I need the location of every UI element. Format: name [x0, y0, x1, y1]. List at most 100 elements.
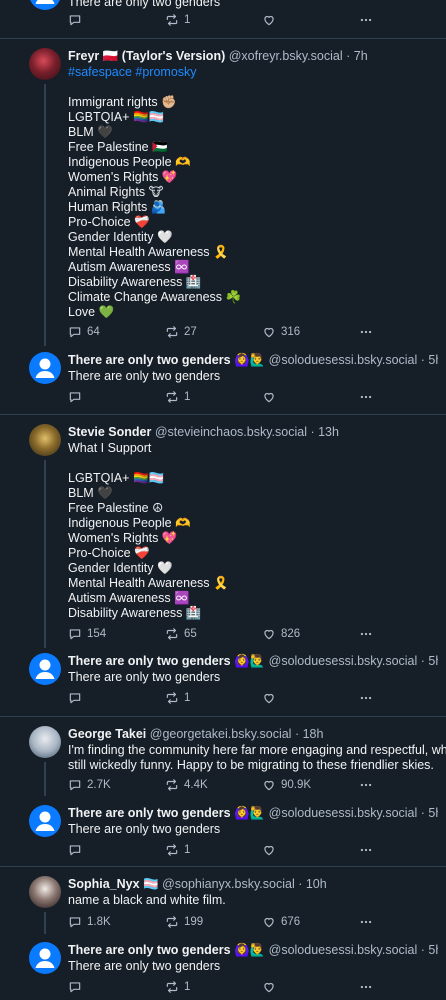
like-button[interactable] [262, 690, 281, 706]
reply-button[interactable] [68, 979, 87, 995]
more-options-button[interactable] [359, 626, 373, 642]
feed-item[interactable]: Freyr 🇵🇱 (Taylor's Version) @xofreyr.bsk… [0, 38, 446, 348]
post-time[interactable]: · 5h [421, 943, 438, 957]
more-icon [359, 325, 373, 339]
list-line: LGBTQIA+ 🏳️‍🌈🏳️‍⚧️ [68, 471, 165, 485]
list-line: LGBTQIA+ 🏳️‍🌈🏳️‍⚧️ [68, 110, 165, 124]
like-button[interactable]: 826 [262, 626, 300, 642]
author-name[interactable]: There are only two genders 🙆‍♀️🙋‍♂️ [68, 654, 265, 668]
more-options-button[interactable] [359, 979, 373, 995]
feed-item-reply[interactable]: There are only two genders 🙆‍♀️🙋‍♂️ @sol… [0, 934, 446, 1000]
repost-button[interactable]: 199 [165, 914, 203, 930]
author-name[interactable]: There are only two genders 🙆‍♀️🙋‍♂️ [68, 943, 265, 957]
like-button[interactable]: 676 [262, 914, 300, 930]
reply-button[interactable] [68, 690, 87, 706]
like-button[interactable]: 316 [262, 324, 300, 340]
more-options-button[interactable] [359, 777, 373, 793]
post-time[interactable]: · 18h [295, 727, 324, 741]
reply-button[interactable]: 64 [68, 324, 100, 340]
reply-icon [68, 13, 82, 27]
more-icon [359, 980, 373, 994]
author-handle[interactable]: @stevieinchaos.bsky.social [155, 425, 307, 439]
reply-button[interactable] [68, 12, 87, 28]
like-button[interactable] [262, 979, 281, 995]
post-time[interactable]: · 7h [346, 49, 368, 63]
more-options-button[interactable] [359, 914, 373, 930]
feed-item[interactable]: Stevie Sonder @stevieinchaos.bsky.social… [0, 414, 446, 648]
heart-icon [262, 980, 276, 994]
post-intro: What I Support [68, 441, 152, 455]
author-name[interactable]: George Takei [68, 727, 146, 741]
feed-item-partial[interactable]: There are only two genders 1 [0, 0, 446, 38]
repost-button[interactable]: 1 [165, 842, 190, 858]
author-name[interactable]: Sophia_Nyx 🏳️‍⚧️ [68, 877, 159, 891]
author-handle[interactable]: @sophianyx.bsky.social [162, 877, 295, 891]
author-handle[interactable]: @soloduesessi.bsky.social [269, 353, 418, 367]
post-time[interactable]: · 5h [421, 353, 438, 367]
like-button[interactable] [262, 12, 281, 28]
feed-item-reply[interactable]: There are only two genders 🙆‍♀️🙋‍♂️ @sol… [0, 648, 446, 716]
like-button[interactable] [262, 389, 281, 405]
list-line: Mental Health Awareness 🎗️ [68, 576, 229, 590]
author-name[interactable]: Freyr 🇵🇱 (Taylor's Version) [68, 49, 225, 63]
author-handle[interactable]: @georgetakei.bsky.social [150, 727, 292, 741]
heart-icon [262, 325, 276, 339]
repost-button[interactable]: 1 [165, 12, 190, 28]
like-button[interactable]: 90.9K [262, 777, 311, 793]
author-handle[interactable]: @soloduesessi.bsky.social [269, 943, 418, 957]
more-icon [359, 778, 373, 792]
post-time[interactable]: · 5h [421, 806, 438, 820]
repost-button[interactable]: 1 [165, 979, 190, 995]
avatar[interactable] [29, 653, 61, 685]
more-options-button[interactable] [359, 842, 373, 858]
avatar[interactable] [29, 805, 61, 837]
avatar[interactable] [29, 424, 61, 456]
post-text: There are only two genders [68, 369, 221, 383]
more-options-button[interactable] [359, 690, 373, 706]
avatar[interactable] [29, 352, 61, 384]
reply-button[interactable]: 154 [68, 626, 106, 642]
heart-icon [262, 778, 276, 792]
post-time[interactable]: · 5h [421, 654, 438, 668]
post-time[interactable]: · 10h [298, 877, 327, 891]
list-line: Indigenous People 🫶 [68, 516, 191, 530]
repost-button[interactable]: 1 [165, 389, 190, 405]
reply-button[interactable] [68, 842, 87, 858]
more-options-button[interactable] [359, 324, 373, 340]
list-line: Climate Change Awareness ☘️ [68, 290, 242, 304]
author-handle[interactable]: @soloduesessi.bsky.social [269, 806, 418, 820]
repost-button[interactable]: 4.4K [165, 777, 208, 793]
avatar[interactable] [29, 0, 61, 10]
repost-button[interactable]: 65 [165, 626, 197, 642]
more-options-button[interactable] [359, 389, 373, 405]
repost-button[interactable]: 27 [165, 324, 197, 340]
reply-button[interactable]: 2.7K [68, 777, 111, 793]
author-name[interactable]: There are only two genders 🙆‍♀️🙋‍♂️ [68, 353, 265, 367]
avatar[interactable] [29, 876, 61, 908]
feed-item-reply[interactable]: There are only two genders 🙆‍♀️🙋‍♂️ @sol… [0, 796, 446, 866]
post-text: There are only two genders [68, 959, 221, 973]
like-count: 826 [281, 628, 301, 640]
avatar[interactable] [29, 942, 61, 974]
post-actions: 1 [68, 690, 388, 706]
feed-item-reply[interactable]: There are only two genders 🙆‍♀️🙋‍♂️ @sol… [0, 348, 446, 414]
more-icon [359, 627, 373, 641]
author-name[interactable]: Stevie Sonder [68, 425, 151, 439]
feed-item[interactable]: George Takei @georgetakei.bsky.social · … [0, 716, 446, 796]
reply-button[interactable]: 1.8K [68, 914, 111, 930]
avatar[interactable] [29, 48, 61, 80]
feed-item[interactable]: Sophia_Nyx 🏳️‍⚧️ @sophianyx.bsky.social … [0, 866, 446, 934]
author-handle[interactable]: @soloduesessi.bsky.social [269, 654, 418, 668]
post-time[interactable]: · 13h [310, 425, 339, 439]
heart-icon [262, 13, 276, 27]
repost-button[interactable]: 1 [165, 690, 190, 706]
avatar[interactable] [29, 726, 61, 758]
author-name[interactable]: There are only two genders 🙆‍♀️🙋‍♂️ [68, 806, 265, 820]
author-handle[interactable]: @xofreyr.bsky.social [229, 49, 343, 63]
list-line: Free Palestine ☮ [68, 501, 164, 515]
repost-icon [165, 980, 179, 994]
more-options-button[interactable] [359, 12, 373, 28]
reply-button[interactable] [68, 389, 87, 405]
hashtags[interactable]: #safespace #promosky [68, 65, 438, 80]
like-button[interactable] [262, 842, 281, 858]
